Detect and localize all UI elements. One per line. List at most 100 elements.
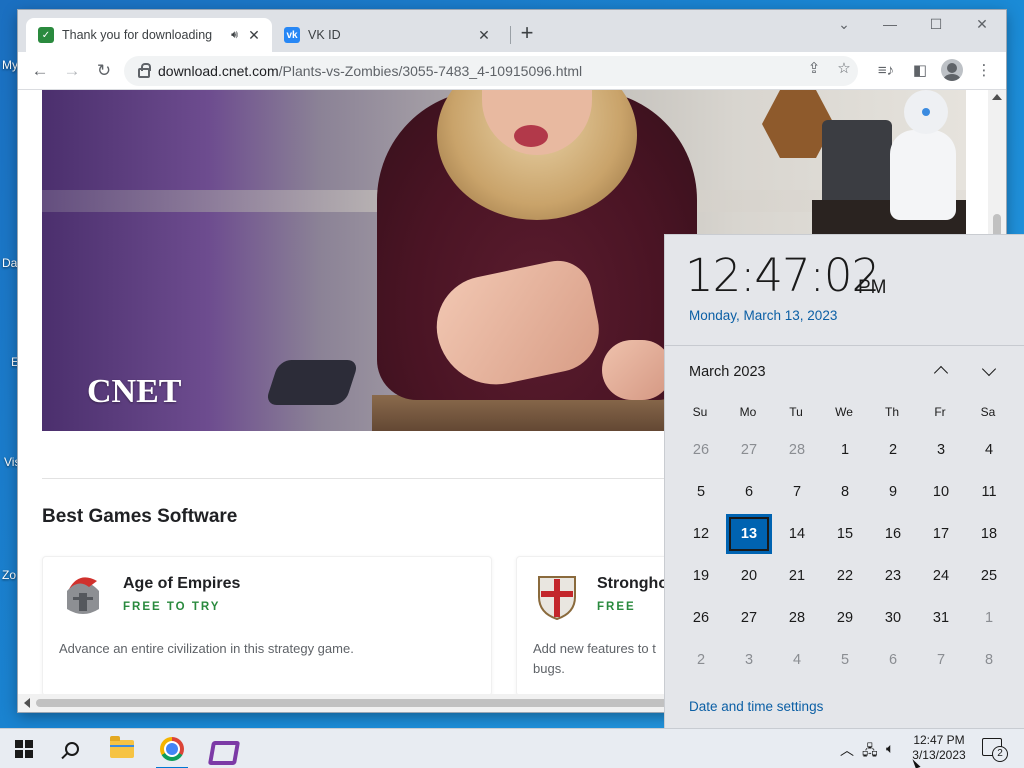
share-icon[interactable]: ⇪ (802, 59, 826, 77)
calendar-day[interactable]: 29 (822, 598, 868, 638)
search-button[interactable] (48, 729, 96, 768)
close-tab-icon[interactable]: ✕ (244, 27, 264, 44)
scroll-left-icon[interactable] (24, 698, 30, 708)
clock-time: 12:47:02 (685, 249, 880, 302)
taskbar-clock[interactable]: 12:47 PM 3/13/2023 (910, 733, 968, 763)
calendar-day[interactable]: 20 (726, 556, 772, 596)
calendar-day[interactable]: 10 (918, 472, 964, 512)
calendar-day[interactable]: 2 (870, 430, 916, 470)
calendar-day[interactable]: 28 (774, 598, 820, 638)
calendar-day[interactable]: 9 (870, 472, 916, 512)
age-of-empires-helmet-icon (67, 577, 99, 614)
robot-image (890, 130, 956, 220)
calendar-day[interactable]: 11 (966, 472, 1012, 512)
maximize-button[interactable]: ☐ (916, 16, 956, 33)
calendar-day[interactable]: 1 (966, 598, 1012, 638)
software-card[interactable]: Age of Empires FREE TO TRY Advance an en… (42, 556, 492, 694)
next-month-button[interactable] (975, 361, 1003, 383)
scroll-up-icon[interactable] (992, 94, 1002, 100)
notification-count: 2 (992, 746, 1008, 762)
reload-icon[interactable]: ↻ (92, 59, 116, 83)
minimize-button[interactable]: — (870, 16, 910, 32)
address-bar[interactable]: download.cnet.com/Plants-vs-Zombies/3055… (124, 56, 858, 86)
calendar-day[interactable]: 6 (726, 472, 772, 512)
calendar-day[interactable]: 3 (726, 640, 772, 680)
chrome-button[interactable] (148, 729, 196, 768)
month-label[interactable]: March 2023 (689, 364, 766, 380)
calendar-day[interactable]: 21 (774, 556, 820, 596)
full-date-link[interactable]: Monday, March 13, 2023 (689, 308, 837, 323)
calendar-day[interactable]: 3 (918, 430, 964, 470)
clock-calendar-flyout: 12:47:02 PM Monday, March 13, 2023 March… (664, 234, 1024, 728)
software-name[interactable]: Age of Empires (123, 575, 240, 593)
forward-icon[interactable]: → (60, 59, 84, 83)
tab-vk-id[interactable]: vk VK ID ✕ (272, 18, 502, 52)
calendar-day[interactable]: 12 (678, 514, 724, 554)
taskbar: ︿ 🖧︎ 🔈︎ 12:47 PM 3/13/2023 2 (0, 728, 1024, 768)
weekday-label: Mo (739, 405, 757, 419)
calendar-day[interactable]: 17 (918, 514, 964, 554)
calendar-day[interactable]: 19 (678, 556, 724, 596)
start-button[interactable] (0, 729, 48, 768)
new-tab-button[interactable]: + (515, 22, 539, 46)
calendar-day[interactable]: 31 (918, 598, 964, 638)
calendar-day[interactable]: 27 (726, 430, 772, 470)
previous-month-button[interactable] (927, 361, 955, 383)
calendar-day[interactable]: 16 (870, 514, 916, 554)
calendar-day[interactable]: 4 (966, 430, 1012, 470)
calendar-day[interactable]: 8 (966, 640, 1012, 680)
calendar-day[interactable]: 4 (774, 640, 820, 680)
date-time-settings-link[interactable]: Date and time settings (689, 699, 823, 714)
software-name[interactable]: Strongho (597, 575, 668, 593)
weekday-label: We (835, 405, 853, 419)
tab-separator (510, 26, 511, 44)
back-icon[interactable]: ← (28, 59, 52, 83)
calendar-day[interactable]: 6 (870, 640, 916, 680)
software-description: Advance an entire civilization in this s… (59, 641, 354, 656)
speaker-icon[interactable]: 🔊︎ (231, 29, 238, 42)
calendar-day[interactable]: 23 (870, 556, 916, 596)
volume-icon[interactable]: 🔈︎ (886, 740, 894, 757)
calendar-day[interactable]: 26 (678, 598, 724, 638)
calendar-day[interactable]: 14 (774, 514, 820, 554)
calendar-day[interactable]: 1 (822, 430, 868, 470)
calendar-day[interactable]: 30 (870, 598, 916, 638)
calendar-day[interactable]: 28 (774, 430, 820, 470)
calendar-day[interactable]: 5 (822, 640, 868, 680)
calendar-day[interactable]: 7 (918, 640, 964, 680)
weekday-label: Tu (789, 405, 803, 419)
lock-icon[interactable] (138, 63, 151, 78)
calendar-day[interactable]: 5 (678, 472, 724, 512)
url-text[interactable]: download.cnet.com/Plants-vs-Zombies/3055… (158, 63, 582, 79)
scroll-thumb[interactable] (36, 699, 686, 707)
desktop-icon-label[interactable]: My (2, 58, 18, 72)
desktop-icon-label[interactable]: Da (2, 256, 17, 270)
calendar-day[interactable]: 25 (966, 556, 1012, 596)
close-tab-icon[interactable]: ✕ (474, 27, 494, 44)
calendar-day[interactable]: 15 (822, 514, 868, 554)
weekday-label: Sa (980, 405, 996, 419)
calendar-day[interactable]: 18 (966, 514, 1012, 554)
calendar-day[interactable]: 24 (918, 556, 964, 596)
side-panel-icon[interactable]: ◧ (908, 59, 932, 83)
desktop-icon-label[interactable]: Zo (2, 568, 16, 582)
close-window-button[interactable]: ✕ (962, 16, 1002, 33)
calendar-day-today[interactable]: 13 (726, 514, 772, 554)
file-explorer-button[interactable] (98, 729, 146, 768)
tab-cnet[interactable]: ✓ Thank you for downloading 🔊︎ ✕ (26, 18, 272, 52)
calendar-day[interactable]: 27 (726, 598, 772, 638)
calendar-day[interactable]: 8 (822, 472, 868, 512)
calendar-day[interactable]: 26 (678, 430, 724, 470)
bookmark-star-icon[interactable]: ☆ (832, 59, 856, 77)
divider (665, 345, 1024, 346)
network-icon[interactable]: 🖧︎ (862, 740, 878, 764)
calendar-day[interactable]: 22 (822, 556, 868, 596)
calendar-day[interactable]: 2 (678, 640, 724, 680)
profile-icon[interactable] (940, 59, 964, 83)
calendar-day[interactable]: 7 (774, 472, 820, 512)
menu-icon[interactable]: ⋮ (972, 59, 996, 83)
visual-studio-button[interactable] (196, 729, 244, 768)
media-icon[interactable]: ≡♪ (874, 59, 898, 83)
chevron-up-icon[interactable]: ︿ (840, 740, 854, 760)
tab-search-icon[interactable]: ⌄ (824, 16, 864, 33)
